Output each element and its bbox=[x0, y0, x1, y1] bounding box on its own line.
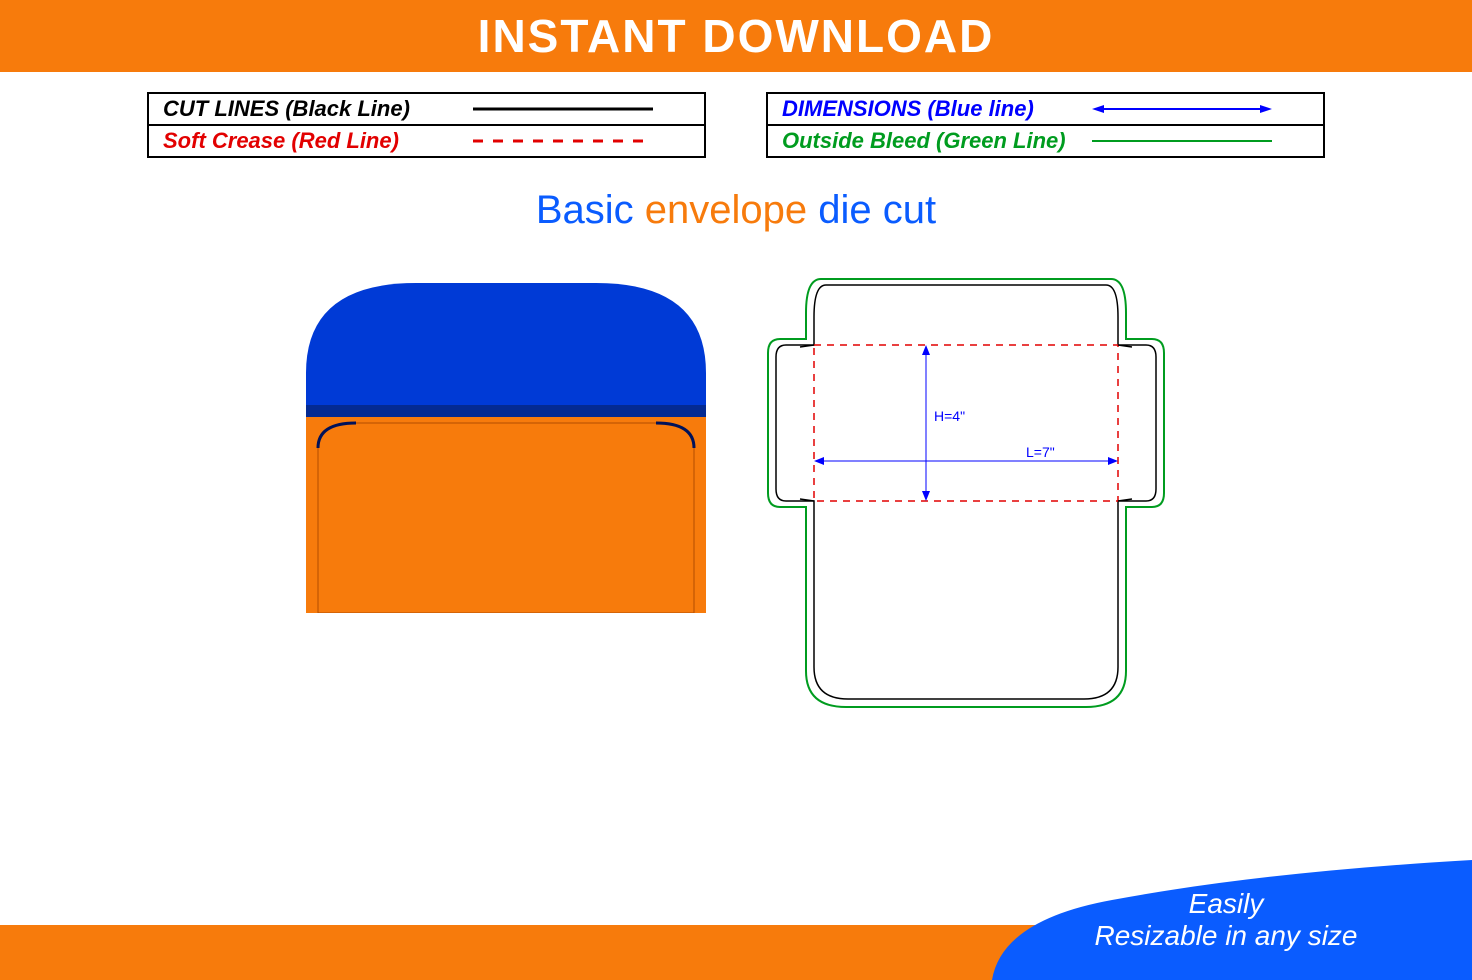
legend-bleed-label: Outside Bleed (Green Line) bbox=[782, 128, 1092, 154]
dimension-arrow-sample bbox=[1092, 99, 1309, 119]
legend-row-crease: Soft Crease (Red Line) bbox=[149, 124, 704, 156]
legend-dim-label: DIMENSIONS (Blue line) bbox=[782, 96, 1092, 122]
legend-cut-label: CUT LINES (Black Line) bbox=[163, 96, 473, 122]
title-word-1: Basic bbox=[536, 188, 634, 232]
title-word-3: die cut bbox=[818, 188, 936, 232]
footer-line-2: Resizable in any size bbox=[1016, 920, 1436, 952]
length-dim-text: L=7" bbox=[1026, 444, 1055, 460]
legend-row-cut: CUT LINES (Black Line) bbox=[149, 94, 704, 124]
main-title: Basic envelope die cut bbox=[0, 188, 1472, 233]
cut-line-sample bbox=[473, 99, 690, 119]
legend-row-dim: DIMENSIONS (Blue line) bbox=[768, 94, 1323, 124]
illustration-stage: H=4" L=7" H=4" L=7" bbox=[0, 273, 1472, 718]
crease-line-sample bbox=[473, 131, 690, 151]
envelope-mockup bbox=[306, 273, 706, 718]
legend-row-bleed: Outside Bleed (Green Line) bbox=[768, 124, 1323, 156]
bleed-line-sample bbox=[1092, 131, 1309, 151]
legend-area: CUT LINES (Black Line) Soft Crease (Red … bbox=[0, 92, 1472, 158]
envelope-dieline: H=4" L=7" H=4" L=7" bbox=[766, 273, 1166, 718]
top-banner: INSTANT DOWNLOAD bbox=[0, 0, 1472, 72]
footer-line-1: Easily bbox=[1016, 888, 1436, 920]
banner-title: INSTANT DOWNLOAD bbox=[478, 9, 995, 63]
legend-box-left: CUT LINES (Black Line) Soft Crease (Red … bbox=[147, 92, 706, 158]
legend-box-right: DIMENSIONS (Blue line) Outside Bleed (Gr… bbox=[766, 92, 1325, 158]
legend-crease-label: Soft Crease (Red Line) bbox=[163, 128, 473, 154]
height-dim-text: H=4" bbox=[934, 408, 965, 424]
resize-tag: Easily Resizable in any size bbox=[992, 860, 1472, 980]
title-word-2: envelope bbox=[645, 188, 807, 232]
